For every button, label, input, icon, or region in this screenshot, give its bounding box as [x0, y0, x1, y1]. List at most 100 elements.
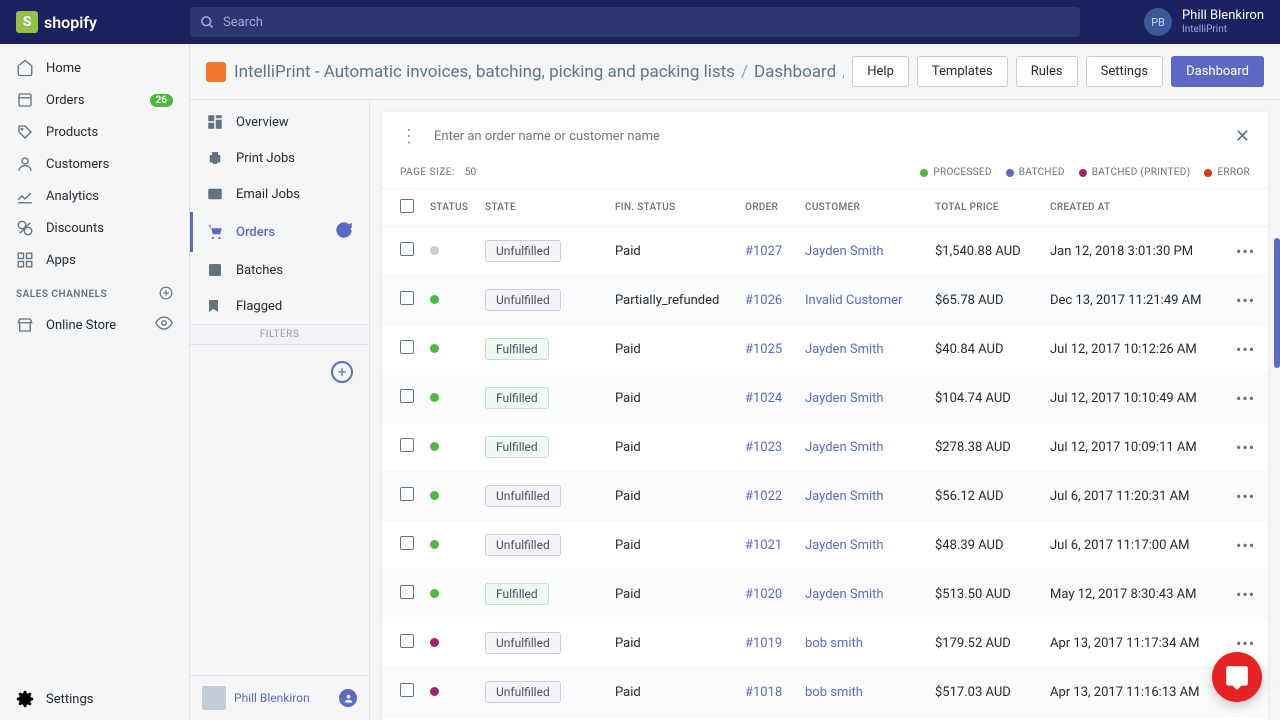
row-checkbox[interactable] — [400, 634, 414, 648]
table-row[interactable]: FulfilledPaid#1024Jayden Smith$104.74 AU… — [382, 374, 1268, 423]
sub-icon — [206, 261, 224, 279]
add-filter-button[interactable]: + — [331, 361, 353, 383]
customer-link[interactable]: Jayden Smith — [805, 489, 884, 504]
sidebar-item-analytics[interactable]: Analytics — [0, 180, 189, 212]
search-input[interactable] — [223, 15, 1070, 30]
row-more-icon[interactable]: ••• — [1236, 536, 1255, 555]
order-link[interactable]: #1019 — [745, 636, 782, 651]
row-checkbox[interactable] — [400, 242, 414, 256]
row-checkbox[interactable] — [400, 536, 414, 550]
account-icon[interactable] — [339, 689, 357, 707]
app-nav-print-jobs[interactable]: Print Jobs — [190, 140, 369, 176]
customer-link[interactable]: Jayden Smith — [805, 391, 884, 406]
row-more-icon[interactable]: ••• — [1236, 291, 1255, 310]
app-nav-overview[interactable]: Overview — [190, 104, 369, 140]
customer-link[interactable]: bob smith — [805, 685, 863, 700]
add-channel-icon[interactable] — [159, 286, 173, 303]
sidebar-item-online-store[interactable]: Online Store — [0, 307, 189, 343]
row-more-icon[interactable]: ••• — [1236, 585, 1255, 604]
order-link[interactable]: #1026 — [745, 293, 782, 308]
row-more-icon[interactable]: ••• — [1236, 487, 1255, 506]
customer-link[interactable]: Jayden Smith — [805, 538, 884, 553]
sidebar-item-orders[interactable]: Orders26 — [0, 84, 189, 116]
customer-link[interactable]: Jayden Smith — [805, 587, 884, 602]
row-checkbox[interactable] — [400, 291, 414, 305]
row-more-icon[interactable]: ••• — [1236, 634, 1255, 653]
row-checkbox[interactable] — [400, 683, 414, 697]
breadcrumb-dashboard[interactable]: Dashboard — [754, 62, 836, 82]
user-name: Phill Blenkiron — [1182, 8, 1264, 24]
search-box[interactable] — [190, 7, 1080, 37]
sidebar-settings[interactable]: Settings — [0, 678, 189, 720]
table-row[interactable]: UnfulfilledPaid#1027Jayden Smith$1,540.8… — [382, 227, 1268, 276]
order-link[interactable]: #1022 — [745, 489, 782, 504]
shopify-logo[interactable]: shopify — [16, 11, 190, 33]
row-checkbox[interactable] — [400, 340, 414, 354]
eye-icon[interactable] — [155, 314, 173, 336]
col-total[interactable]: TOTAL PRICE — [927, 189, 1042, 227]
settings-button[interactable]: Settings — [1086, 56, 1163, 87]
app-nav-batches[interactable]: Batches — [190, 252, 369, 288]
order-link[interactable]: #1023 — [745, 440, 782, 455]
app-nav-orders[interactable]: Orders — [190, 212, 369, 252]
order-link[interactable]: #1025 — [745, 342, 782, 357]
select-all-checkbox[interactable] — [400, 199, 414, 213]
breadcrumb-app[interactable]: IntelliPrint - Automatic invoices, batch… — [234, 62, 735, 82]
app-nav-flagged[interactable]: Flagged — [190, 288, 369, 324]
scrollbar[interactable] — [1274, 238, 1280, 368]
filter-input[interactable] — [434, 129, 1219, 144]
more-icon[interactable]: ⋮ — [400, 126, 418, 147]
col-customer[interactable]: CUSTOMER — [797, 189, 927, 227]
table-row[interactable]: FulfilledPaid#1025Jayden Smith$40.84 AUD… — [382, 325, 1268, 374]
row-checkbox[interactable] — [400, 487, 414, 501]
row-more-icon[interactable]: ••• — [1236, 242, 1255, 261]
sidebar-item-products[interactable]: Products — [0, 116, 189, 148]
footer-user-link[interactable]: Phill Blenkiron — [234, 691, 331, 705]
order-link[interactable]: #1024 — [745, 391, 782, 406]
app-nav-email-jobs[interactable]: Email Jobs — [190, 176, 369, 212]
created-at: Jan 12, 2018 3:01:30 PM — [1042, 227, 1228, 276]
sidebar-item-discounts[interactable]: Discounts — [0, 212, 189, 244]
col-fin[interactable]: FIN. STATUS — [607, 189, 737, 227]
rules-button[interactable]: Rules — [1016, 56, 1078, 87]
chat-bubble[interactable] — [1212, 652, 1262, 702]
customer-link[interactable]: bob smith — [805, 636, 863, 651]
sidebar-item-home[interactable]: Home — [0, 52, 189, 84]
order-link[interactable]: #1020 — [745, 587, 782, 602]
page-size-value[interactable]: 50 — [465, 167, 476, 178]
table-row[interactable]: UnfulfilledPaid#1021Jayden Smith$48.39 A… — [382, 521, 1268, 570]
fin-status: Paid — [607, 717, 737, 720]
row-more-icon[interactable]: ••• — [1236, 340, 1255, 359]
order-link[interactable]: #1027 — [745, 244, 782, 259]
help-button[interactable]: Help — [852, 56, 909, 87]
table-row[interactable]: UnfulfilledPaid#1022Jayden Smith$56.12 A… — [382, 472, 1268, 521]
table-row[interactable]: UnfulfilledPaid#1018bob smith$517.03 AUD… — [382, 668, 1268, 717]
order-link[interactable]: #1021 — [745, 538, 782, 553]
refresh-icon[interactable] — [335, 221, 353, 243]
row-more-icon[interactable]: ••• — [1236, 438, 1255, 457]
sidebar-item-customers[interactable]: Customers — [0, 148, 189, 180]
row-more-icon[interactable]: ••• — [1236, 389, 1255, 408]
row-checkbox[interactable] — [400, 585, 414, 599]
close-icon[interactable]: ✕ — [1235, 126, 1250, 147]
col-state[interactable]: STATE — [477, 189, 607, 227]
row-checkbox[interactable] — [400, 389, 414, 403]
table-row[interactable]: UnfulfilledPaid#1019bob smith$179.52 AUD… — [382, 619, 1268, 668]
col-status[interactable]: STATUS — [422, 189, 477, 227]
sidebar-item-apps[interactable]: Apps — [0, 244, 189, 276]
table-row[interactable]: UnfulfilledPaid#1017bob smith$280.21 AUD… — [382, 717, 1268, 720]
customer-link[interactable]: Jayden Smith — [805, 244, 884, 259]
templates-button[interactable]: Templates — [917, 56, 1008, 87]
customer-link[interactable]: Invalid Customer — [805, 293, 902, 308]
col-order[interactable]: ORDER — [737, 189, 797, 227]
user-area[interactable]: PB Phill Blenkiron IntelliPrint — [1144, 8, 1264, 36]
table-row[interactable]: UnfulfilledPartially_refunded#1026Invali… — [382, 276, 1268, 325]
customer-link[interactable]: Jayden Smith — [805, 342, 884, 357]
table-row[interactable]: FulfilledPaid#1020Jayden Smith$513.50 AU… — [382, 570, 1268, 619]
row-checkbox[interactable] — [400, 438, 414, 452]
dashboard-button[interactable]: Dashboard — [1171, 56, 1264, 87]
table-row[interactable]: FulfilledPaid#1023Jayden Smith$278.38 AU… — [382, 423, 1268, 472]
col-created[interactable]: CREATED AT — [1042, 189, 1228, 227]
order-link[interactable]: #1018 — [745, 685, 782, 700]
customer-link[interactable]: Jayden Smith — [805, 440, 884, 455]
